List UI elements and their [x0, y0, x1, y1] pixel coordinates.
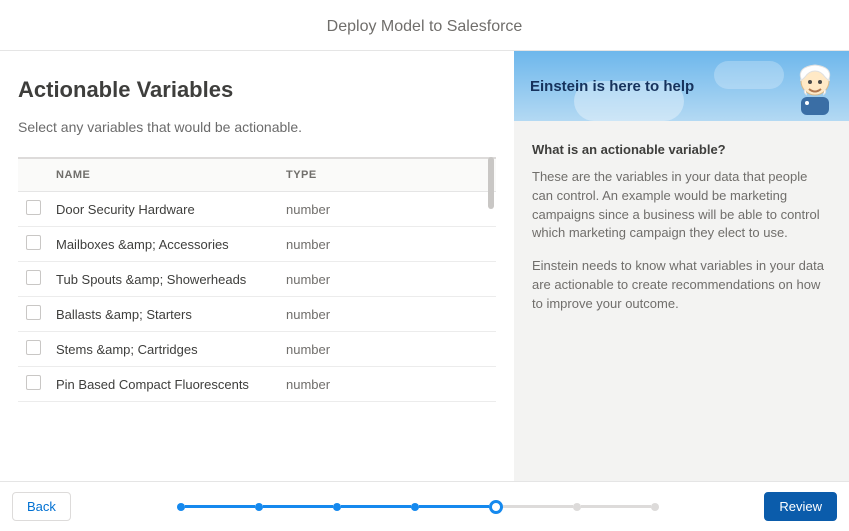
row-name: Door Security Hardware — [56, 202, 286, 217]
progress-segment — [581, 505, 651, 508]
progress-segment — [263, 505, 333, 508]
progress-step[interactable] — [573, 503, 581, 511]
table-scrollbar[interactable] — [488, 157, 494, 209]
row-checkbox[interactable] — [26, 200, 41, 215]
col-type-header: TYPE — [286, 169, 488, 181]
row-type: number — [286, 342, 488, 357]
row-name: Ballasts &amp; Starters — [56, 307, 286, 322]
table-header-row: NAME TYPE — [18, 159, 496, 192]
back-button[interactable]: Back — [12, 492, 71, 521]
table-row[interactable]: Pin Based Compact Fluorescents number — [18, 367, 496, 402]
page-heading: Actionable Variables — [18, 77, 496, 103]
help-question: What is an actionable variable? — [532, 141, 831, 160]
col-name-header: NAME — [56, 169, 286, 181]
row-name: Pin Based Compact Fluorescents — [56, 377, 286, 392]
modal-footer: Back Review — [0, 481, 849, 531]
progress-step[interactable] — [177, 503, 185, 511]
help-title: Einstein is here to help — [530, 78, 694, 95]
review-button[interactable]: Review — [764, 492, 837, 521]
cloud-decoration — [714, 61, 784, 89]
row-name: Mailboxes &amp; Accessories — [56, 237, 286, 252]
help-panel: Einstein is here to help — [514, 51, 849, 481]
progress-segment — [419, 505, 489, 508]
row-checkbox[interactable] — [26, 375, 41, 390]
row-type: number — [286, 377, 488, 392]
row-checkbox[interactable] — [26, 305, 41, 320]
row-type: number — [286, 202, 488, 217]
row-checkbox[interactable] — [26, 235, 41, 250]
help-header: Einstein is here to help — [514, 51, 849, 121]
progress-segment — [503, 505, 573, 508]
variables-table-wrap: NAME TYPE Door Security Hardware number … — [18, 157, 496, 402]
row-type: number — [286, 272, 488, 287]
progress-indicator — [71, 500, 764, 514]
table-row[interactable]: Mailboxes &amp; Accessories number — [18, 227, 496, 262]
progress-step-current[interactable] — [489, 500, 503, 514]
row-checkbox[interactable] — [26, 270, 41, 285]
modal-title: Deploy Model to Salesforce — [327, 18, 523, 35]
progress-step[interactable] — [333, 503, 341, 511]
row-type: number — [286, 307, 488, 322]
table-row[interactable]: Stems &amp; Cartridges number — [18, 332, 496, 367]
row-type: number — [286, 237, 488, 252]
modal-header: Deploy Model to Salesforce — [0, 0, 849, 51]
progress-step[interactable] — [411, 503, 419, 511]
progress-step[interactable] — [651, 503, 659, 511]
help-paragraph: These are the variables in your data tha… — [532, 168, 831, 243]
left-panel: Actionable Variables Select any variable… — [0, 51, 514, 481]
einstein-icon — [787, 59, 843, 120]
row-name: Stems &amp; Cartridges — [56, 342, 286, 357]
progress-step[interactable] — [255, 503, 263, 511]
table-row[interactable]: Ballasts &amp; Starters number — [18, 297, 496, 332]
row-checkbox[interactable] — [26, 340, 41, 355]
modal-body: Actionable Variables Select any variable… — [0, 51, 849, 481]
progress-segment — [185, 505, 255, 508]
variables-table: NAME TYPE Door Security Hardware number … — [18, 157, 496, 402]
modal-deploy-model: Deploy Model to Salesforce Actionable Va… — [0, 0, 849, 531]
table-row[interactable]: Tub Spouts &amp; Showerheads number — [18, 262, 496, 297]
table-row[interactable]: Door Security Hardware number — [18, 192, 496, 227]
help-paragraph: Einstein needs to know what variables in… — [532, 257, 831, 314]
col-checkbox-header — [26, 169, 56, 181]
page-subtitle: Select any variables that would be actio… — [18, 119, 496, 135]
progress-segment — [341, 505, 411, 508]
help-body: What is an actionable variable? These ar… — [514, 121, 849, 348]
row-name: Tub Spouts &amp; Showerheads — [56, 272, 286, 287]
